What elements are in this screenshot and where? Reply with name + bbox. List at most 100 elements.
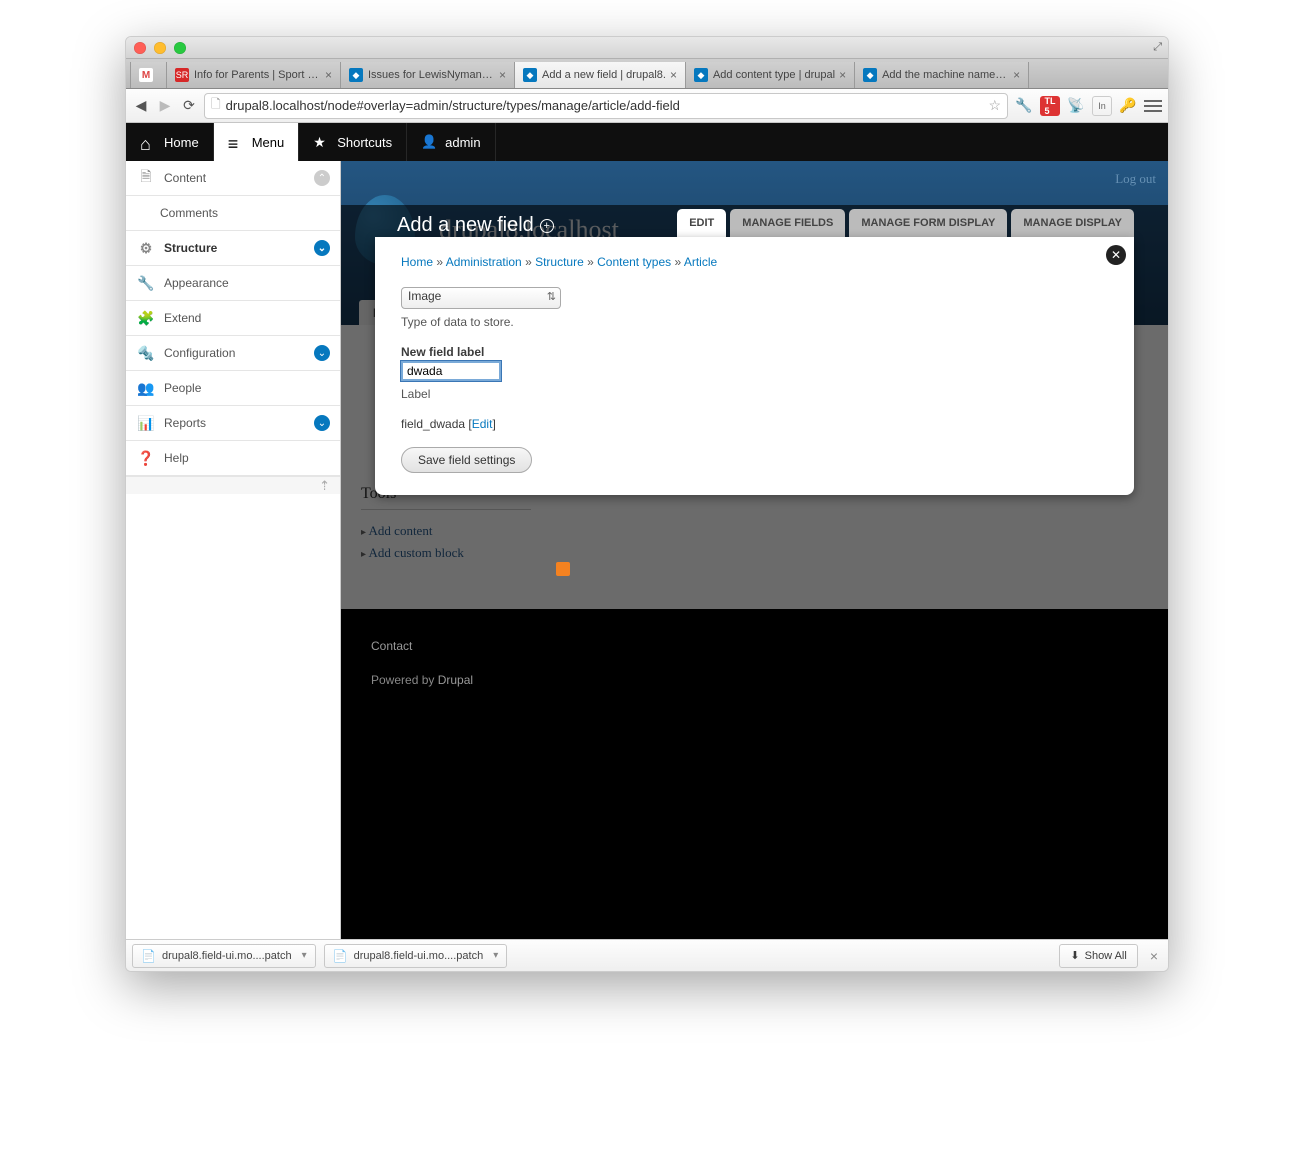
admin-menu-item-reports[interactable]: 📊 Reports ⌄ <box>126 406 340 441</box>
download-item[interactable]: drupal8.field-ui.mo....patch ▾ <box>132 944 316 968</box>
browser-tab[interactable]: ◆Add content type | drupal× <box>685 62 855 88</box>
contact-link[interactable]: Contact <box>371 639 412 653</box>
admin-menu-collapse-icon[interactable]: ⇡ <box>126 476 340 494</box>
user-icon <box>421 134 437 150</box>
chevron-down-icon[interactable]: ▾ <box>302 950 307 961</box>
download-item[interactable]: drupal8.field-ui.mo....patch▾ <box>324 944 508 968</box>
breadcrumb-link[interactable]: Structure <box>535 255 584 269</box>
extension-wrench-icon[interactable]: 🔧 <box>1014 96 1034 116</box>
admin-menu-item-people[interactable]: 👥People <box>126 371 340 406</box>
toolbar-shortcuts-label: Shortcuts <box>337 135 392 150</box>
drupal-toolbar: Home Menu Shortcuts admin <box>126 123 1168 161</box>
extension-tl-icon[interactable]: TL5 <box>1040 96 1060 116</box>
browser-tab[interactable]: ◆Add a new field | drupal8.× <box>514 62 686 88</box>
tab-label: Issues for LewisNyman | d <box>368 69 495 81</box>
toolbar-home[interactable]: Home <box>126 123 214 161</box>
powered-by-text: Powered by <box>371 673 438 687</box>
url-field[interactable]: 🗋 drupal8.localhost/node#overlay=admin/s… <box>204 93 1008 119</box>
toolbar-home-label: Home <box>164 135 199 150</box>
new-field-label-input[interactable] <box>401 361 501 381</box>
admin-menu-label: Appearance <box>164 276 229 290</box>
breadcrumb-link[interactable]: Administration <box>446 255 522 269</box>
admin-menu-item-content[interactable]: 🗎Content⌃ <box>126 161 340 196</box>
browser-tab[interactable]: SRInfo for Parents | Sport Rel× <box>166 62 341 88</box>
tab-close-icon[interactable]: × <box>670 68 677 82</box>
breadcrumb-link[interactable]: Home <box>401 255 433 269</box>
save-field-settings-button[interactable]: Save field settings <box>401 447 532 473</box>
zoom-window-button[interactable] <box>174 42 186 54</box>
new-field-label-label: New field label <box>401 345 1108 359</box>
breadcrumb-link[interactable]: Content types <box>597 255 671 269</box>
close-window-button[interactable] <box>134 42 146 54</box>
admin-menu-item-structure[interactable]: ⚙Structure⌄ <box>126 231 340 266</box>
machine-name-edit-link[interactable]: Edit <box>472 417 493 431</box>
back-button[interactable]: ◀ <box>132 97 150 115</box>
file-icon <box>333 949 348 963</box>
download-filename: drupal8.field-ui.mo....patch <box>162 950 292 962</box>
toolbar-user[interactable]: admin <box>407 123 495 161</box>
toolbar-shortcuts[interactable]: Shortcuts <box>299 123 407 161</box>
show-all-downloads-button[interactable]: ⬇Show All <box>1059 944 1137 968</box>
browser-url-bar: ◀ ▶ ⟳ 🗋 drupal8.localhost/node#overlay=a… <box>126 89 1168 123</box>
tab-label: Add the machine name co <box>882 69 1009 81</box>
extension-in-icon[interactable]: In <box>1092 96 1112 116</box>
admin-menu-item-help[interactable]: ❓ Help <box>126 441 340 476</box>
download-arrow-icon: ⬇ <box>1070 949 1079 962</box>
toolbar-menu-label: Menu <box>252 135 285 150</box>
admin-menu-item-extend[interactable]: 🧩 Extend <box>126 301 340 336</box>
forward-button[interactable]: ▶ <box>156 97 174 115</box>
overlay-tab-manage-display[interactable]: MANAGE DISPLAY <box>1011 209 1134 237</box>
admin-menu-label: Content <box>164 171 206 185</box>
chevron-down-icon[interactable]: ▾ <box>493 950 498 961</box>
tree-icon: ⚙ <box>138 240 154 257</box>
admin-menu-label: People <box>164 381 201 395</box>
extension-key-icon[interactable]: 🔑 <box>1118 96 1138 116</box>
tab-close-icon[interactable]: × <box>839 68 846 82</box>
tab-close-icon[interactable]: × <box>325 68 332 82</box>
browser-tab[interactable]: ◆Issues for LewisNyman | d× <box>340 62 515 88</box>
downloads-bar: drupal8.field-ui.mo....patch▾ drupal8.fi… <box>126 939 1168 971</box>
chevron-down-icon[interactable]: ⌄ <box>314 415 330 431</box>
help-icon: ❓ <box>138 450 154 467</box>
field-type-select[interactable]: Image <box>401 287 561 309</box>
chart-icon: 📊 <box>138 415 154 432</box>
machine-name-value: field_dwada <box>401 417 465 431</box>
overlay-tab-manage-form-display[interactable]: MANAGE FORM DISPLAY <box>849 209 1007 237</box>
breadcrumb-link[interactable]: Article <box>684 255 717 269</box>
chevron-up-icon[interactable]: ⌃ <box>314 170 330 186</box>
tab-close-icon[interactable]: × <box>1013 68 1020 82</box>
admin-menu-item-appearance[interactable]: 🔧Appearance <box>126 266 340 301</box>
admin-menu-item-configuration[interactable]: 🔩Configuration⌄ <box>126 336 340 371</box>
puzzle-icon: 🧩 <box>138 310 154 327</box>
machine-name: field_dwada [Edit] <box>401 417 1108 431</box>
star-icon <box>313 134 329 150</box>
admin-menu-item-comments[interactable]: Comments <box>126 196 340 231</box>
minimize-window-button[interactable] <box>154 42 166 54</box>
breadcrumb: Home » Administration » Structure » Cont… <box>401 255 1108 269</box>
drupal-link[interactable]: Drupal <box>438 673 473 687</box>
tab-close-icon[interactable]: × <box>499 68 506 82</box>
logout-link[interactable]: Log out <box>1115 171 1156 187</box>
browser-tab[interactable] <box>130 62 167 88</box>
fullscreen-icon[interactable]: ⤢ <box>1153 41 1162 54</box>
home-icon <box>140 134 156 150</box>
chrome-menu-button[interactable] <box>1144 100 1162 112</box>
overlay-tab-edit[interactable]: EDIT <box>677 209 726 237</box>
admin-menu-label: Reports <box>164 416 206 430</box>
chevron-down-icon[interactable]: ⌄ <box>314 240 330 256</box>
browser-tab[interactable]: ◆Add the machine name co× <box>854 62 1029 88</box>
chevron-down-icon[interactable]: ⌄ <box>314 345 330 361</box>
overlay-close-button[interactable]: ✕ <box>1106 245 1126 265</box>
admin-menu-label: Help <box>164 451 189 465</box>
close-downloads-bar-button[interactable]: × <box>1146 948 1162 964</box>
extension-rss-icon[interactable]: 📡 <box>1066 96 1086 116</box>
bookmark-star-icon[interactable]: ☆ <box>988 97 1001 114</box>
admin-menu-label: Extend <box>164 311 201 325</box>
admin-menu-label: Comments <box>160 206 218 220</box>
tab-label: Add content type | drupal <box>713 69 835 81</box>
overlay-tab-manage-fields[interactable]: MANAGE FIELDS <box>730 209 845 237</box>
reload-button[interactable]: ⟳ <box>180 97 198 115</box>
admin-menu-sidebar: 🗎Content⌃Comments⚙Structure⌄🔧Appearance🧩… <box>126 161 341 939</box>
toolbar-menu[interactable]: Menu <box>214 123 300 161</box>
rss-icon[interactable] <box>556 562 570 576</box>
